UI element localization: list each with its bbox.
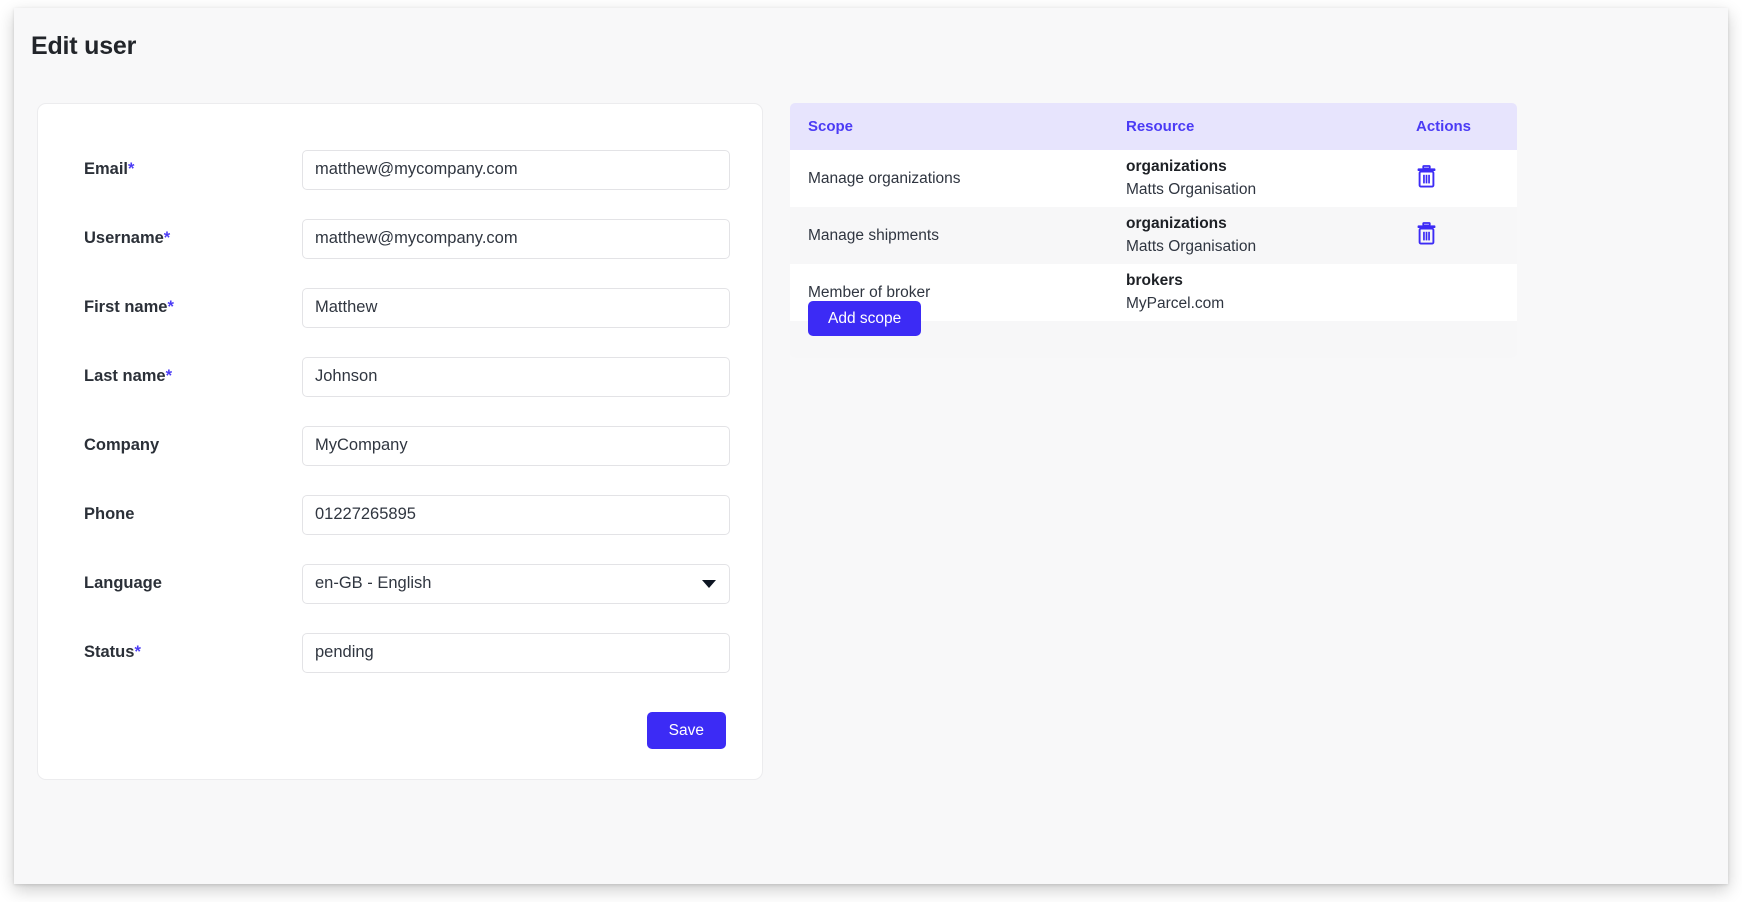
- resource-type: organizations: [1126, 215, 1227, 233]
- form-actions: Save: [646, 711, 726, 749]
- table-row: Manage shipments organizations Matts Org…: [790, 207, 1517, 264]
- add-scope-button[interactable]: Add scope: [808, 300, 922, 336]
- last-name-field[interactable]: [302, 356, 730, 397]
- control-email: [302, 149, 730, 190]
- table-row: Manage organizations organizations Matts…: [790, 150, 1517, 207]
- label-email: Email*: [74, 160, 302, 179]
- required-asterisk: *: [128, 160, 135, 178]
- trash-icon: [1416, 164, 1437, 188]
- page-container: Edit user Email* Username* First name*: [14, 8, 1728, 884]
- label-first-name: First name*: [74, 298, 302, 317]
- cell-resource: organizations Matts Organisation: [1108, 150, 1398, 207]
- label-company: Company: [84, 436, 160, 454]
- column-header-resource: Resource: [1108, 103, 1398, 150]
- edit-user-form-card: Email* Username* First name* Last name*: [37, 103, 763, 780]
- scopes-header-row: Scope Resource Actions: [790, 103, 1517, 150]
- control-first-name: [302, 287, 730, 328]
- required-asterisk: *: [134, 643, 141, 661]
- label-username: Username*: [74, 229, 302, 248]
- cell-actions: [1398, 264, 1517, 321]
- scopes-table-body: Manage organizations organizations Matts…: [790, 150, 1517, 321]
- required-asterisk: *: [165, 367, 173, 385]
- cell-resource: organizations Matts Organisation: [1108, 207, 1398, 264]
- resource-name: Matts Organisation: [1126, 180, 1257, 198]
- delete-scope-button[interactable]: [1416, 221, 1437, 245]
- required-asterisk: *: [167, 298, 174, 316]
- form-row-first-name: First name*: [74, 273, 730, 342]
- control-company: [302, 425, 730, 466]
- resource-type: brokers: [1126, 272, 1183, 290]
- scopes-table: Scope Resource Actions Manage organizati…: [790, 103, 1517, 321]
- label-language: Language: [84, 574, 162, 592]
- column-header-actions: Actions: [1398, 103, 1517, 150]
- trash-icon: [1416, 221, 1437, 245]
- label-last-name: Last name*: [74, 367, 302, 386]
- form-row-language: Language: [74, 549, 730, 618]
- control-status: [302, 632, 730, 673]
- form-row-email: Email*: [74, 135, 730, 204]
- cell-resource: brokers MyParcel.com: [1108, 264, 1398, 321]
- control-language: [302, 563, 730, 604]
- phone-field[interactable]: [302, 494, 730, 535]
- label-last-name-text: Last name: [84, 367, 166, 385]
- save-button[interactable]: Save: [646, 711, 726, 749]
- cell-scope: Manage organizations: [790, 150, 1108, 207]
- form-row-username: Username*: [74, 204, 730, 273]
- scopes-actions: Add scope: [808, 300, 922, 336]
- resource-name: Matts Organisation: [1126, 237, 1257, 255]
- email-field[interactable]: [302, 149, 730, 190]
- label-status-text: Status: [84, 643, 135, 661]
- username-field[interactable]: [302, 218, 730, 259]
- language-select[interactable]: [302, 563, 730, 604]
- required-asterisk: *: [163, 229, 171, 247]
- form-row-last-name: Last name*: [74, 342, 730, 411]
- control-username: [302, 218, 730, 259]
- cell-actions: [1398, 150, 1517, 207]
- form-row-status: Status*: [74, 618, 730, 687]
- form-row-company: Company: [74, 411, 730, 480]
- label-username-text: Username: [84, 229, 164, 247]
- first-name-field[interactable]: [302, 287, 730, 328]
- delete-scope-button[interactable]: [1416, 164, 1437, 188]
- form-field-list: Email* Username* First name* Last name*: [38, 104, 762, 687]
- resource-type: organizations: [1126, 158, 1227, 176]
- label-phone: Phone: [84, 505, 135, 523]
- scopes-card: Scope Resource Actions Manage organizati…: [790, 103, 1517, 358]
- page-title: Edit user: [31, 32, 137, 60]
- form-row-phone: Phone: [74, 480, 730, 549]
- label-status: Status*: [74, 643, 302, 662]
- label-email-text: Email: [84, 160, 129, 178]
- control-last-name: [302, 356, 730, 397]
- label-first-name-text: First name: [84, 298, 168, 316]
- scopes-table-head: Scope Resource Actions: [790, 103, 1517, 150]
- resource-name: MyParcel.com: [1126, 294, 1225, 312]
- cell-actions: [1398, 207, 1517, 264]
- column-header-scope: Scope: [790, 103, 1108, 150]
- cell-scope: Manage shipments: [790, 207, 1108, 264]
- status-field[interactable]: [302, 632, 730, 673]
- control-phone: [302, 494, 730, 535]
- company-field[interactable]: [302, 425, 730, 466]
